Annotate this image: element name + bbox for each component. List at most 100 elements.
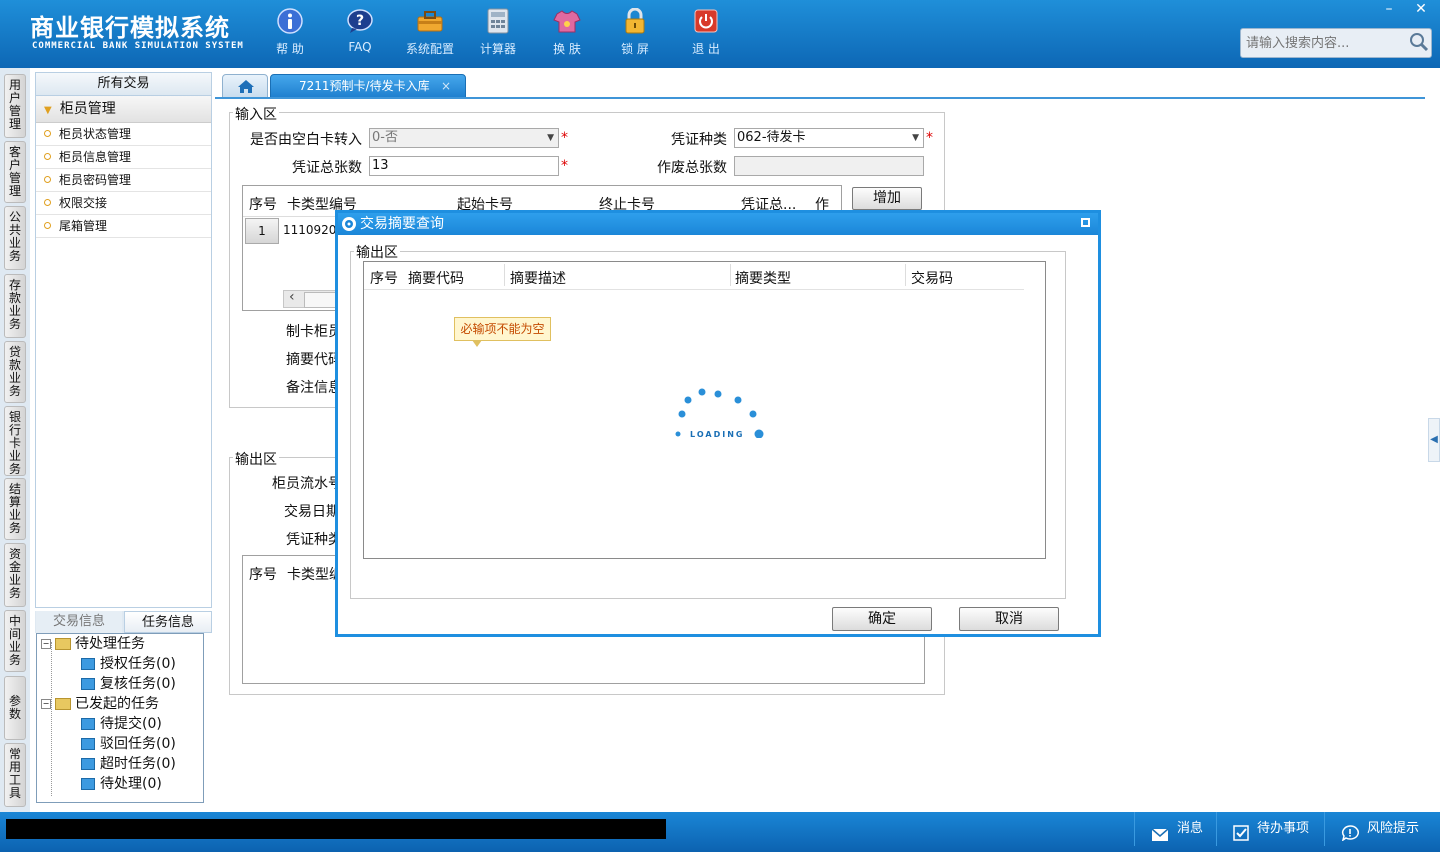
tree-leaf-pending[interactable]: 待处理(0) (81, 774, 162, 794)
skin-label: 换 肤 (553, 42, 581, 56)
side-tab-intermediate[interactable]: 中间业务 (4, 610, 26, 672)
side-tab-deposit[interactable]: 存款业务 (4, 274, 26, 338)
search-icon[interactable] (1409, 32, 1429, 56)
total-count-label: 凭证总张数 (292, 160, 362, 176)
output-legend: 输出区 (233, 449, 279, 469)
blank-card-select[interactable]: 0-否 ▼ (369, 128, 559, 148)
collapse-icon[interactable]: − (41, 639, 51, 649)
tree-leaf-timeout[interactable]: 超时任务(0) (81, 754, 176, 774)
minimize-button[interactable]: – (1374, 0, 1404, 20)
menu-item-label: 尾箱管理 (59, 219, 108, 233)
status-messages-label: 消息 (1177, 821, 1204, 836)
voucher-type-output-label: 凭证种类 (286, 532, 342, 548)
dropdown-arrow-icon[interactable]: ▼ (912, 129, 919, 147)
menu-item-label: 权限交接 (59, 196, 108, 210)
status-messages[interactable]: 消息 (1134, 812, 1214, 846)
collapse-handle-icon[interactable]: ◀ (1428, 418, 1440, 462)
app-subtitle: COMMERCIAL BANK SIMULATION SYSTEM (32, 41, 244, 51)
status-risk[interactable]: 风险提示 (1324, 812, 1436, 846)
required-mark: * (561, 130, 568, 146)
faq-button[interactable]: ? FAQ (330, 8, 390, 54)
status-risk-label: 风险提示 (1367, 821, 1420, 836)
side-tab-loan[interactable]: 贷款业务 (4, 341, 26, 403)
tab-trade-info[interactable]: 交易信息 (36, 611, 122, 633)
tree-node-pending[interactable]: − 待处理任务 (41, 634, 145, 654)
summary-code-label: 摘要代码 (286, 352, 342, 368)
side-tab-bank-card[interactable]: 银行卡业务 (4, 406, 26, 476)
faq-label: FAQ (348, 40, 372, 54)
search-box[interactable] (1240, 28, 1432, 58)
dialog-col-index: 序号 (370, 271, 398, 287)
dialog-title-bar[interactable]: 交易摘要查询 (338, 213, 1098, 235)
caret-down-icon: ▼ (44, 105, 52, 116)
close-window-button[interactable]: ✕ (1406, 0, 1436, 20)
bullet-icon (44, 222, 51, 229)
maximize-icon[interactable] (1081, 218, 1090, 227)
skin-button[interactable]: 换 肤 (537, 8, 597, 57)
out-grid-col-index: 序号 (249, 567, 277, 583)
remark-label: 备注信息 (286, 380, 342, 396)
checkbox-icon (1233, 821, 1249, 855)
tab-7211[interactable]: 7211预制卡/待发卡入库 × (270, 74, 466, 98)
dialog-output-legend: 输出区 (354, 242, 400, 262)
folder-icon (81, 658, 95, 670)
task-tree: − 待处理任务 授权任务(0) 复核任务(0) − 已发起的任务 待提交(0) 驳回… (36, 633, 204, 803)
cancel-button[interactable]: 取消 (959, 607, 1059, 631)
scroll-left-icon[interactable]: ‹ (289, 289, 295, 305)
menu-item-teller-info[interactable]: 柜员信息管理 (36, 146, 211, 169)
search-input[interactable] (1244, 29, 1408, 57)
voucher-type-select[interactable]: 062-待发卡 ▼ (734, 128, 924, 148)
tree-leaf-label: 超时任务(0) (100, 756, 176, 772)
tree-leaf-auth[interactable]: 授权任务(0) (81, 654, 176, 674)
tree-leaf-to-submit[interactable]: 待提交(0) (81, 714, 162, 734)
lock-screen-label: 锁 屏 (621, 42, 649, 56)
loading-text: LOADING (690, 430, 745, 439)
lock-screen-button[interactable]: 锁 屏 (605, 8, 665, 57)
home-icon (237, 79, 255, 98)
dialog-col-summary-type: 摘要类型 (735, 271, 791, 287)
side-tab-params[interactable]: 参数 (4, 676, 26, 740)
dropdown-arrow-icon[interactable]: ▼ (547, 129, 554, 147)
close-tab-icon[interactable]: × (441, 75, 451, 97)
side-tab-user-mgmt[interactable]: 用户管理 (4, 74, 26, 138)
folder-icon (55, 638, 71, 650)
menu-header[interactable]: 所有交易 (36, 73, 211, 96)
tree-leaf-rejected[interactable]: 驳回任务(0) (81, 734, 176, 754)
total-count-input[interactable]: 13 (369, 156, 559, 176)
menu-item-tail-box[interactable]: 尾箱管理 (36, 215, 211, 238)
menu-item-permission-handover[interactable]: 权限交接 (36, 192, 211, 215)
calculator-button[interactable]: 计算器 (468, 8, 528, 57)
menu-item-label: 柜员信息管理 (59, 150, 132, 164)
exit-button[interactable]: 退 出 (676, 8, 736, 57)
side-tab-settlement[interactable]: 结算业务 (4, 478, 26, 540)
side-tab-common-tools[interactable]: 常用工具 (4, 743, 26, 807)
system-config-button[interactable]: 系统配置 (400, 8, 460, 57)
menu-item-teller-status[interactable]: 柜员状态管理 (36, 123, 211, 146)
tree-node-initiated[interactable]: − 已发起的任务 (41, 694, 159, 714)
grid-col-index: 序号 (249, 197, 277, 213)
tree-leaf-review[interactable]: 复核任务(0) (81, 674, 176, 694)
menu-item-teller-password[interactable]: 柜员密码管理 (36, 169, 211, 192)
voucher-type-label: 凭证种类 (671, 132, 727, 148)
tree-guide-line (51, 642, 53, 796)
help-button[interactable]: 帮 助 (260, 8, 320, 57)
collapse-icon[interactable]: − (41, 699, 51, 709)
menu-item-label: 柜员状态管理 (59, 127, 132, 141)
maker-teller-label: 制卡柜员 (286, 324, 342, 340)
side-tab-customer-mgmt[interactable]: 客户管理 (4, 141, 26, 203)
voucher-type-value: 062-待发卡 (737, 130, 806, 145)
side-tab-fund[interactable]: 资金业务 (4, 543, 26, 607)
status-todo[interactable]: 待办事项 (1216, 812, 1320, 846)
menu-group-teller-mgmt[interactable]: ▼ 柜员管理 (36, 96, 211, 123)
dialog-app-icon (341, 216, 357, 239)
bullet-icon (44, 153, 51, 160)
folder-icon (81, 678, 95, 690)
void-count-input[interactable] (734, 156, 924, 176)
home-tab[interactable] (222, 74, 268, 98)
add-button[interactable]: 增加 (852, 187, 922, 210)
exit-label: 退 出 (692, 42, 720, 56)
side-tab-public-business[interactable]: 公共业务 (4, 206, 26, 270)
grid-cell-card-type[interactable]: 1110920 (283, 223, 336, 237)
tab-task-info[interactable]: 任务信息 (124, 611, 212, 633)
ok-button[interactable]: 确定 (832, 607, 932, 631)
